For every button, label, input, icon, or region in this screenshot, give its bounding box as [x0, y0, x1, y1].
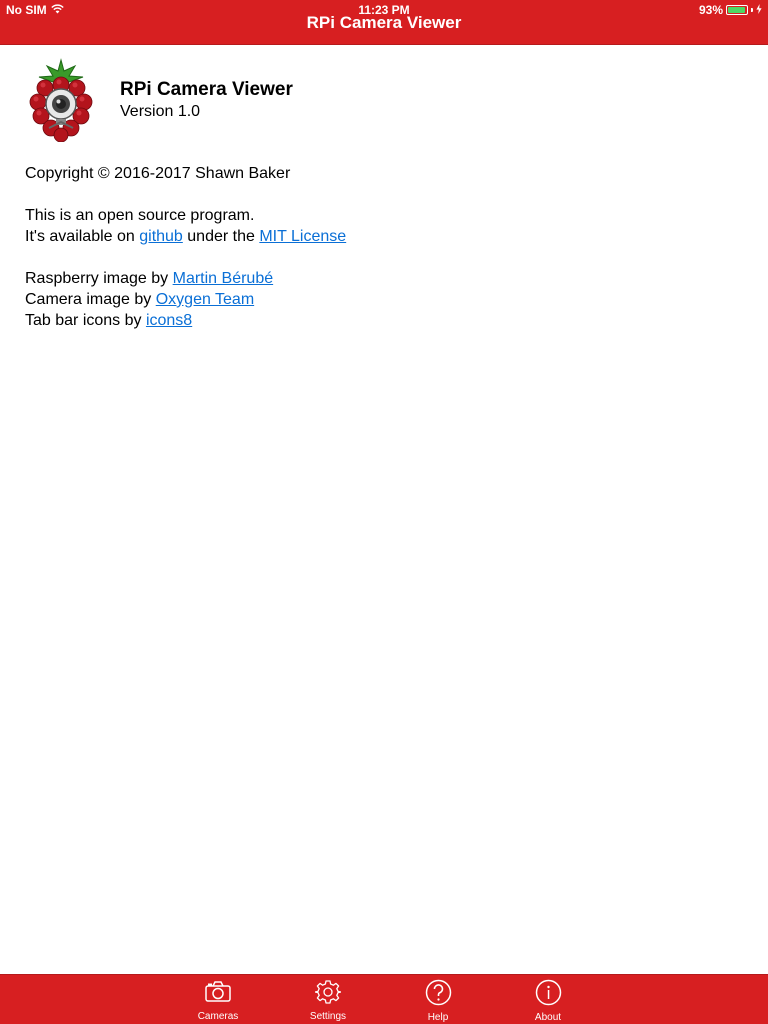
gear-icon	[314, 975, 342, 1010]
availability-prefix: It's available on	[25, 228, 140, 245]
tab-help[interactable]: Help	[398, 975, 478, 1024]
availability-line: It's available on github under the MIT L…	[25, 226, 743, 247]
camera-icon	[204, 975, 232, 1010]
app-name: RPi Camera Viewer	[120, 79, 293, 100]
tab-help-label: Help	[427, 1012, 449, 1023]
about-content: RPi Camera Viewer Version 1.0 Copyright …	[25, 58, 743, 331]
navigation-bar: No SIM 11:23 PM 93% RPi Camera Viewer	[0, 0, 768, 45]
tab-cameras-label: Cameras	[197, 1011, 239, 1022]
icons8-link[interactable]: icons8	[146, 312, 192, 329]
app-info: RPi Camera Viewer Version 1.0	[120, 78, 293, 122]
raspberry-credit: Raspberry image by Martin Bérubé	[25, 268, 743, 289]
tab-about[interactable]: About	[508, 975, 588, 1024]
tab-bar: Cameras Settings Help About	[0, 974, 768, 1024]
tab-cameras[interactable]: Cameras	[178, 975, 258, 1024]
battery-cap	[751, 8, 753, 12]
help-icon	[425, 975, 452, 1011]
github-link[interactable]: github	[139, 228, 183, 245]
about-screen: No SIM 11:23 PM 93% RPi Camera Viewer RP…	[0, 0, 768, 1024]
raspberry-camera-logo	[25, 58, 97, 143]
tab-about-label: About	[534, 1012, 562, 1023]
oxygen-team-link[interactable]: Oxygen Team	[156, 291, 254, 308]
martin-berube-link[interactable]: Martin Bérubé	[173, 270, 274, 287]
icons-credit-prefix: Tab bar icons by	[25, 312, 146, 329]
icons-credit: Tab bar icons by icons8	[25, 310, 743, 331]
tab-settings-label: Settings	[309, 1011, 347, 1022]
copyright-text: Copyright © 2016-2017 Shawn Baker	[25, 165, 291, 182]
nav-title: RPi Camera Viewer	[306, 13, 462, 32]
credits-section: Raspberry image by Martin Bérubé Camera …	[25, 268, 743, 331]
camera-credit: Camera image by Oxygen Team	[25, 289, 743, 310]
mit-license-link[interactable]: MIT License	[259, 228, 346, 245]
availability-middle: under the	[182, 228, 260, 245]
open-source-text: This is an open source program.	[25, 207, 255, 224]
tab-settings[interactable]: Settings	[288, 975, 368, 1024]
info-icon	[535, 975, 562, 1011]
app-version: Version 1.0	[120, 103, 201, 120]
copyright-section: Copyright © 2016-2017 Shawn Baker	[25, 163, 743, 184]
app-header: RPi Camera Viewer Version 1.0	[25, 58, 743, 143]
license-section: This is an open source program. It's ava…	[25, 205, 743, 247]
camera-credit-prefix: Camera image by	[25, 291, 156, 308]
raspberry-credit-prefix: Raspberry image by	[25, 270, 173, 287]
